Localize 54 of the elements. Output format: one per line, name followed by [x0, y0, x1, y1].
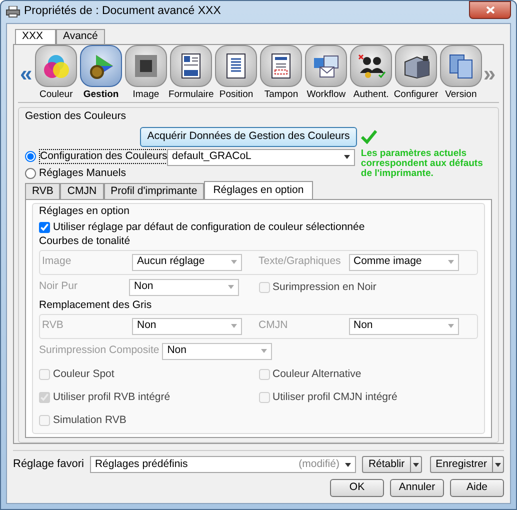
window-title: Propriétés de : Document avancé XXX — [24, 4, 221, 20]
split-button[interactable]: Enregistrer — [430, 456, 504, 473]
acquire-button[interactable]: Acquérir Données de Gestion des Couleurs — [140, 126, 357, 146]
status-message: Les paramètres actuels correspondent aux défauts de l'imprimante. — [360, 148, 484, 180]
favorite-dropdown[interactable]: Réglages prédéfinis (modifié) — [90, 456, 356, 473]
caret-icon — [412, 462, 419, 466]
tab[interactable]: RVB — [25, 182, 60, 198]
radio-button[interactable] — [25, 150, 36, 162]
tab[interactable]: CMJN — [60, 182, 104, 198]
field-label: Surimpression Composite — [39, 343, 160, 358]
tab[interactable]: Avancé — [56, 29, 105, 44]
checkbox-label: Simulation RVB — [53, 414, 126, 426]
dialog-button[interactable]: OK — [330, 479, 384, 497]
caret-icon — [228, 285, 234, 289]
checkbox-label: Utiliser profil RVB intégré — [53, 390, 170, 404]
checkbox-label: Utiliser profil CMJN intégré — [272, 390, 398, 404]
favorite-label: Réglage favori — [13, 457, 84, 472]
printer-icon — [6, 6, 20, 18]
tab[interactable]: Profil d'imprimante — [104, 182, 204, 198]
group-title: Gestion des Couleurs — [25, 109, 127, 124]
caret-icon — [448, 260, 454, 264]
configuration-dropdown[interactable]: default_GRACoL — [167, 148, 355, 166]
caret-icon — [344, 155, 350, 159]
caret-icon — [231, 260, 237, 264]
dialog-button[interactable]: Annuler — [390, 479, 444, 497]
checkbox-label: Utiliser réglage par défaut de configuration de couleur sélectionnée — [53, 220, 365, 234]
tab[interactable]: XXX — [15, 29, 56, 45]
caret-icon — [231, 324, 237, 328]
dialog-button[interactable]: Aide — [450, 479, 504, 497]
caret-icon — [448, 324, 454, 328]
field-label: RVB — [42, 318, 64, 334]
group-title: Réglages en option — [39, 204, 130, 218]
close-icon — [486, 6, 494, 14]
modified-note: (modifié) — [298, 456, 340, 472]
caret-icon — [495, 462, 501, 466]
field-label: Texte/Graphiques — [258, 254, 342, 270]
field-label: Noir Pur — [39, 279, 79, 294]
caret-icon — [261, 349, 268, 353]
field-label: Image — [42, 254, 72, 270]
group-title: Remplacement des Gris — [39, 298, 153, 312]
previous-arrow[interactable]: « — [20, 62, 34, 84]
caret-icon — [345, 462, 352, 466]
checkbox-label: Surimpression en Noir — [272, 280, 376, 294]
group-title: Courbes de tonalité — [39, 234, 132, 248]
close-button[interactable] — [469, 1, 511, 19]
tab[interactable]: Réglages en option — [204, 180, 313, 198]
checkbox-label: Couleur Spot — [53, 368, 114, 380]
check-icon — [360, 130, 377, 144]
checkbox-label: Couleur Alternative — [272, 368, 362, 380]
field-label: CMJN — [258, 318, 289, 334]
radio-label: Réglages Manuels — [39, 166, 126, 180]
radio-button[interactable] — [25, 168, 36, 178]
split-button[interactable]: Rétablir — [362, 456, 422, 473]
checkbox[interactable] — [39, 222, 50, 232]
